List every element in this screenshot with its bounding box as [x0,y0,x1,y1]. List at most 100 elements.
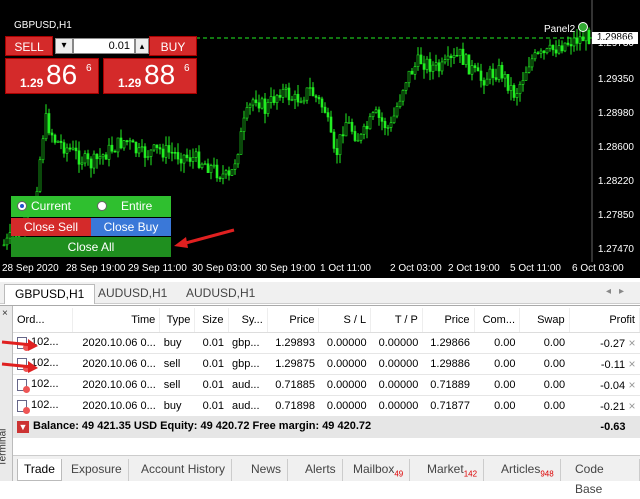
table-row[interactable]: 102... 2020.10.06 0... sell 0.01 aud... 0.718… [13,374,640,396]
chart-tab-gbpusd[interactable]: GBPUSD,H1 [4,284,96,304]
col-tp[interactable]: T / P [370,308,423,333]
radio-current[interactable] [17,201,27,211]
close-icon[interactable]: × [625,378,635,392]
close-sell-button[interactable]: Close Sell [11,218,91,236]
terminal-tab-articles[interactable]: Articles948 [495,459,561,481]
time-tick-label: 6 Oct 03:00 [572,263,624,274]
price-chart[interactable]: GBPUSD,H1 Panel2 1.29866 1.29730 1.29350 1… [0,0,640,262]
candle-body [245,107,249,119]
terminal-tab-trade[interactable]: Trade [17,459,62,481]
col-price-open[interactable]: Price [267,308,320,333]
candle-body [134,141,138,154]
candle-body [461,48,465,65]
buy-quote-prefix: 1.29 [118,76,142,90]
candle-body [296,93,300,103]
terminal-tab-exposure[interactable]: Exposure [65,459,129,481]
terminal-tab-market[interactable]: Market142 [421,459,485,481]
buy-button[interactable]: BUY [149,36,197,56]
close-scope-selector: Current Entire [11,196,171,217]
table-cell: aud... [228,374,268,396]
candle-body [173,152,177,154]
candle-body [554,49,558,54]
candle-body [239,131,243,155]
candle-body [251,99,255,106]
candle-body [377,109,381,118]
candle-body [254,99,258,103]
candle-body [488,68,492,80]
tab-label: Mailbox [353,462,395,476]
order-profit: -0.21 [600,400,626,413]
time-tick-label: 30 Sep 03:00 [192,263,252,274]
table-row[interactable]: 102... 2020.10.06 0... sell 0.01 gbp... 1.298… [13,353,640,375]
lot-size-input[interactable]: 0.01 [73,38,135,54]
col-order[interactable]: Ord... [13,308,74,333]
terminal-tab-alerts[interactable]: Alerts [299,459,343,481]
candle-body [371,112,375,118]
table-cell: 0.00000 [318,374,371,396]
time-tick-label: 28 Sep 19:00 [66,263,126,274]
order-icon [17,399,30,414]
candle-body [179,158,183,164]
col-profit[interactable]: Profit [569,308,640,333]
close-icon[interactable]: × [625,399,635,413]
panel-status-icon[interactable] [578,22,588,32]
candle-body [83,153,87,164]
close-all-button[interactable]: Close All [11,237,171,257]
candle-body [566,42,570,45]
chevron-down-icon[interactable]: ▾ [55,38,73,54]
candle-body [338,134,342,156]
table-cell: 1.29893 [267,332,319,354]
close-icon[interactable]: × [2,308,8,319]
table-row[interactable]: 102... 2020.10.06 0... buy 0.01 gbp... 1.2989… [13,332,640,354]
table-cell: 0.01 [194,374,228,396]
col-size[interactable]: Size [194,308,229,333]
close-buy-button[interactable]: Close Buy [91,218,171,236]
candle-body [440,61,444,72]
candle-body [287,87,291,101]
col-swap[interactable]: Swap [519,308,570,333]
table-header-row: Ord... Time Type Size Sy... Price S / L … [13,308,640,333]
radio-entire[interactable] [97,201,107,211]
terminal-sidebar: × Terminal [0,306,13,481]
terminal-tab-account-history[interactable]: Account History [135,459,233,481]
candle-body [95,153,99,160]
chart-tab-audusd[interactable]: AUDUSD,H1 [88,284,177,304]
candle-body [53,134,57,143]
buy-quote[interactable]: 1.29 88 6 [103,58,197,94]
candle-body [581,36,585,42]
orders-table: Ord... Time Type Size Sy... Price S / L … [13,308,640,438]
price-tick-label: 1.27850 [597,210,634,221]
close-icon[interactable]: × [625,336,635,350]
candle-body [200,163,204,168]
candle-body [272,96,276,103]
col-commission[interactable]: Com... [474,308,521,333]
order-profit: -0.27 [600,337,626,350]
candle-body [176,152,180,160]
chart-tab-audusd-2[interactable]: AUDUSD,H1 [176,284,265,304]
col-symbol[interactable]: Sy... [228,308,268,333]
candle-body [122,140,126,149]
close-icon[interactable]: × [625,357,635,371]
sell-button[interactable]: SELL [5,36,53,56]
candle-body [533,52,537,60]
terminal-tab-mailbox[interactable]: Mailbox49 [347,459,411,481]
candle-body [86,153,90,160]
candle-body [323,106,327,113]
terminal-tab-news[interactable]: News [245,459,289,481]
candle-body [215,164,219,179]
candle-body [161,148,165,158]
col-price-current[interactable]: Price [422,308,475,333]
candle-body [227,170,231,176]
candle-body [56,140,60,143]
terminal-tab-code-base[interactable]: Code Base [569,459,640,496]
col-time[interactable]: Time [72,308,161,333]
tab-scroll-arrows-icon[interactable]: ◂▸ [606,286,632,297]
candle-body [236,154,240,165]
candle-body [458,48,462,56]
candle-body [368,116,372,130]
table-row[interactable]: 102... 2020.10.06 0... buy 0.01 aud... 0.7189… [13,395,640,417]
sell-quote[interactable]: 1.29 86 6 [5,58,99,94]
col-type[interactable]: Type [159,308,196,333]
col-sl[interactable]: S / L [318,308,372,333]
chevron-up-icon[interactable]: ▴ [135,38,149,54]
